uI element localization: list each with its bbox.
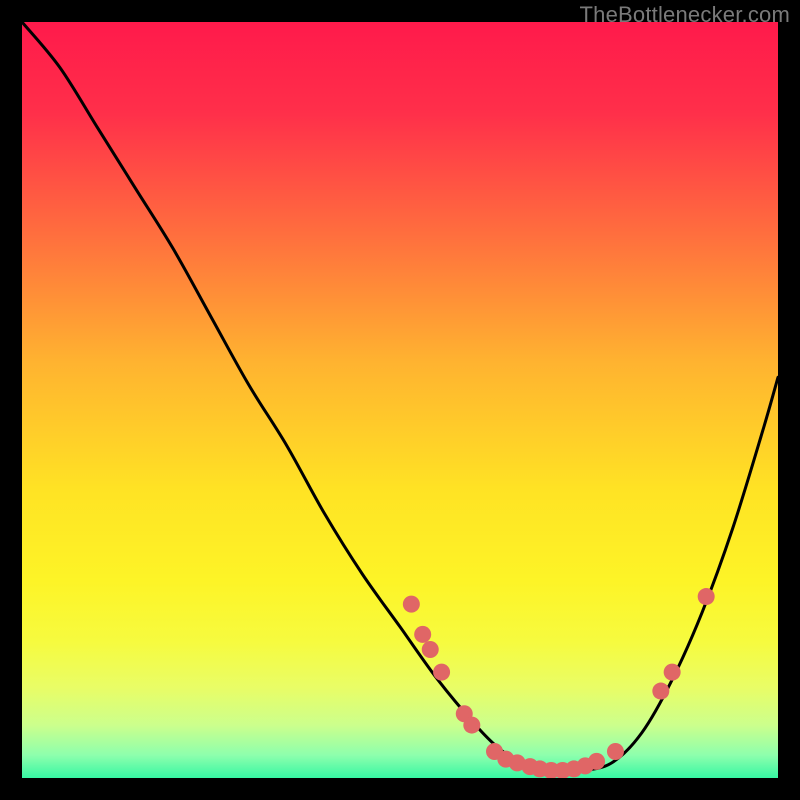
chart-frame (22, 22, 778, 778)
data-marker (664, 664, 681, 681)
data-marker (652, 683, 669, 700)
data-marker (463, 717, 480, 734)
data-marker (414, 626, 431, 643)
bottleneck-chart (22, 22, 778, 778)
data-marker (607, 743, 624, 760)
data-marker (403, 596, 420, 613)
data-marker (422, 641, 439, 658)
data-marker (698, 588, 715, 605)
data-marker (433, 664, 450, 681)
data-marker (588, 753, 605, 770)
gradient-rect (22, 22, 778, 778)
